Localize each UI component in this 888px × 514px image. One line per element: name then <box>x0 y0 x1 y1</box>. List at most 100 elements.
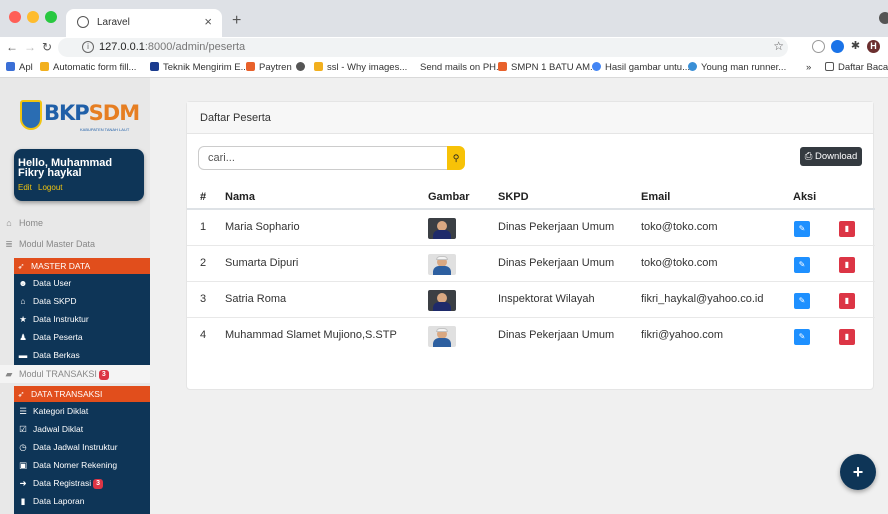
bookmark-item[interactable]: Paytren <box>246 62 292 73</box>
sidebar-item-data-skpd[interactable]: ⌂ Data SKPD <box>14 292 150 310</box>
participant-photo <box>428 254 456 275</box>
extensions-puzzle-icon[interactable]: ✱ <box>849 40 862 53</box>
reload-icon[interactable]: ↻ <box>42 40 52 54</box>
menu-kebab-icon[interactable]: ⋮ <box>884 40 888 53</box>
cell-email: toko@toko.com <box>641 221 718 233</box>
bookmark-favicon-icon <box>150 62 159 71</box>
master-data-menu: ➶ MASTER DATA ☻ Data User ⌂ Data SKPD ★ Data… <box>14 258 150 365</box>
cell-email: fikri@yahoo.com <box>641 329 724 341</box>
sidebar-item-jadwal-diklat[interactable]: ☑ Jadwal Diklat <box>14 420 150 438</box>
close-window-button[interactable] <box>9 11 21 23</box>
sidebar-item-data-instruktur[interactable]: ★ Data Instruktur <box>14 310 150 328</box>
bookmark-item[interactable]: Hasil gambar untu... <box>592 62 690 73</box>
browser-tab-bar: Laravel × + <box>0 0 888 37</box>
column-header-gambar: Gambar <box>428 191 470 203</box>
sidebar-item-nomer-rekening[interactable]: ▣ Data Nomer Rekening <box>14 456 150 474</box>
edit-button[interactable]: ✎ <box>794 221 810 237</box>
clock-icon: ◷ <box>19 442 27 452</box>
edit-button[interactable]: ✎ <box>794 257 810 273</box>
user-card: Hello, Muhammad Fikry haykal Edit Logout <box>14 149 144 201</box>
reading-list[interactable]: Daftar Bacaan <box>825 62 888 73</box>
new-tab-button[interactable]: + <box>232 12 241 30</box>
bookmark-star-icon[interactable]: ☆ <box>773 39 784 53</box>
extension-drop-icon[interactable] <box>831 40 844 53</box>
delete-button[interactable]: ▮ <box>839 329 855 345</box>
bookmarks-bar: Apl Automatic form fill... Teknik Mengir… <box>0 58 888 78</box>
tab-title: Laravel <box>97 17 130 28</box>
edit-profile-link[interactable]: Edit <box>18 183 32 192</box>
sidebar-item-data-user[interactable]: ☻ Data User <box>14 274 150 292</box>
bookmark-apps[interactable]: Apl <box>6 62 33 73</box>
file-icon: ▮ <box>20 496 26 506</box>
edit-button[interactable]: ✎ <box>794 329 810 345</box>
cell-nama: Satria Roma <box>225 293 287 305</box>
rocket-icon: ➶ <box>17 261 25 271</box>
browser-tab[interactable]: Laravel × <box>66 9 222 37</box>
cell-skpd: Dinas Pekerjaan Umum <box>498 221 615 233</box>
participant-photo <box>428 326 456 347</box>
bookmark-item[interactable]: Automatic form fill... <box>40 62 136 73</box>
table-header: # Nama Gambar SKPD Email Aksi <box>187 182 875 210</box>
download-button[interactable]: ⎙ Download <box>800 147 862 166</box>
trash-icon: ▮ <box>844 260 850 269</box>
sidebar-item-data-laporan[interactable]: ▮ Data Laporan <box>14 492 150 510</box>
edit-button[interactable]: ✎ <box>794 293 810 309</box>
forward-arrow-icon[interactable]: → <box>24 40 36 54</box>
tab-close-icon[interactable]: × <box>204 14 212 29</box>
user-greeting: Hello, Muhammad Fikry haykal <box>18 157 113 179</box>
reading-list-icon <box>825 62 834 71</box>
column-header-aksi: Aksi <box>793 191 817 203</box>
transaksi-header[interactable]: ➶ DATA TRANSAKSI <box>14 386 150 402</box>
sidebar-item-home[interactable]: ⌂ Home <box>0 214 150 232</box>
table-row: 2 Sumarta Dipuri Dinas Pekerjaan Umum to… <box>187 246 875 282</box>
delete-button[interactable]: ▮ <box>839 293 855 309</box>
sign-in-icon: ➜ <box>19 478 27 488</box>
transaksi-count-badge: 3 <box>98 370 109 380</box>
bookmark-item[interactable]: Send mails on PH... <box>420 62 504 73</box>
peserta-card: Daftar Peserta ⚲ ⎙ Download # Nama Gamba… <box>186 101 875 390</box>
cell-email: toko@toko.com <box>641 257 718 269</box>
registrasi-count-badge: 3 <box>93 479 104 489</box>
tab-search-icon[interactable] <box>879 12 888 24</box>
address-bar[interactable]: i 127.0.0.1:8000/admin/peserta ☆ <box>58 38 788 57</box>
sidebar-item-jadwal-instruktur[interactable]: ◷ Data Jadwal Instruktur <box>14 438 150 456</box>
trash-icon: ▮ <box>844 332 850 341</box>
google-icon <box>592 62 601 71</box>
sidebar-item-kategori-diklat[interactable]: ☰ Kategori Diklat <box>14 402 150 420</box>
cell-no: 3 <box>200 293 207 305</box>
add-fab-button[interactable]: + <box>840 454 876 490</box>
bookmark-favicon-icon <box>40 62 49 71</box>
sidebar-module-transaksi[interactable]: ▰ Modul TRANSAKSI 3 <box>0 365 150 383</box>
bookmark-favicon-icon <box>688 62 697 71</box>
bookmark-item[interactable]: ssl - Why images... <box>314 62 407 73</box>
extension-globe-icon[interactable] <box>812 40 825 53</box>
master-data-header[interactable]: ➶ MASTER DATA <box>14 258 150 274</box>
info-icon[interactable]: i <box>82 41 94 53</box>
bookmark-item[interactable]: SMPN 1 BATU AM... <box>498 62 598 73</box>
back-arrow-icon[interactable]: ← <box>6 40 18 54</box>
calendar-check-icon: ☑ <box>19 424 27 434</box>
sidebar-item-data-registrasi[interactable]: ➜ Data Registrasi 3 <box>14 474 150 492</box>
minimize-window-button[interactable] <box>27 11 39 23</box>
delete-button[interactable]: ▮ <box>839 221 855 237</box>
bookmark-item[interactable]: Young man runner... <box>688 62 786 73</box>
logout-link[interactable]: Logout <box>38 183 62 192</box>
sidebar-item-data-peserta[interactable]: ♟ Data Peserta <box>14 328 150 346</box>
bookmarks-overflow-button[interactable]: » <box>806 62 811 73</box>
delete-button[interactable]: ▮ <box>839 257 855 273</box>
bookmark-favicon-icon <box>314 62 323 71</box>
search-input[interactable] <box>198 146 448 170</box>
bkpsdm-logo[interactable]: BKPSDM KABUPATEN TANAH LAUT <box>20 100 142 134</box>
table-row: 1 Maria Sophario Dinas Pekerjaan Umum to… <box>187 210 875 246</box>
sidebar-module-master[interactable]: ≣ Modul Master Data <box>0 235 150 253</box>
search-button[interactable]: ⚲ <box>447 146 465 170</box>
profile-avatar[interactable]: H <box>867 40 880 53</box>
bookmark-item[interactable]: Teknik Mengirim E... <box>150 62 249 73</box>
maximize-window-button[interactable] <box>45 11 57 23</box>
search-icon: ⚲ <box>452 153 460 163</box>
printer-icon: ⎙ <box>804 151 815 162</box>
sidebar-item-data-berkas[interactable]: ▬ Data Berkas <box>14 346 150 364</box>
cell-nama: Sumarta Dipuri <box>225 257 299 269</box>
url-text[interactable]: 127.0.0.1:8000/admin/peserta <box>99 41 245 53</box>
bookmark-item[interactable] <box>296 62 309 73</box>
